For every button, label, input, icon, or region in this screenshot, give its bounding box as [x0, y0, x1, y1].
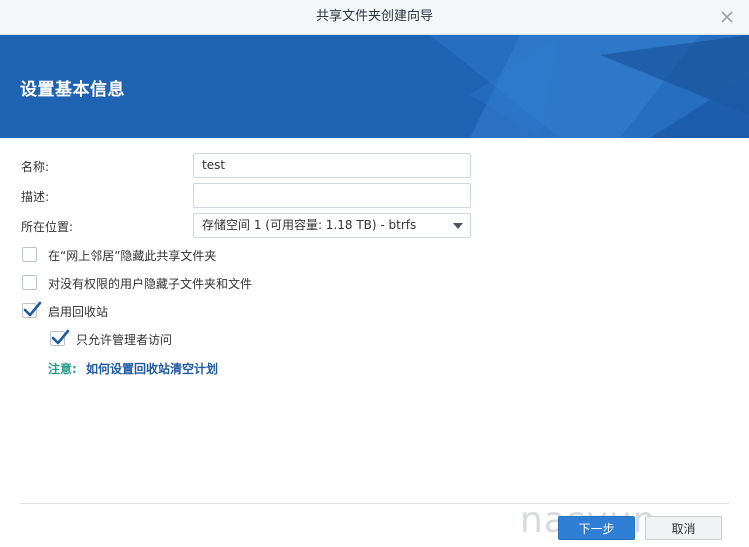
footer-divider: [20, 503, 729, 504]
checkmark-icon: [23, 301, 42, 317]
checkmark-icon: [51, 329, 70, 345]
chevron-down-icon: [453, 223, 463, 229]
title-bar: 共享文件夹创建向导: [0, 0, 749, 35]
location-select[interactable]: 存储空间 1 (可用容量: 1.18 TB) - btrfs: [193, 213, 471, 238]
cancel-button[interactable]: 取消: [645, 516, 722, 540]
admin-only-label: 只允许管理者访问: [76, 333, 173, 347]
name-input[interactable]: test: [193, 153, 471, 178]
page-heading: 设置基本信息: [20, 80, 125, 100]
note-label: 注意:: [48, 362, 77, 376]
hide-subfolders-checkbox[interactable]: [22, 275, 37, 290]
location-label: 所在位置:: [21, 220, 74, 234]
window-title: 共享文件夹创建向导: [315, 9, 433, 24]
next-button[interactable]: 下一步: [558, 516, 635, 540]
hide-network-label: 在“网上邻居”隐藏此共享文件夹: [48, 249, 217, 263]
close-icon[interactable]: [719, 9, 735, 25]
hide-network-checkbox[interactable]: [22, 247, 37, 262]
description-input[interactable]: [193, 183, 471, 208]
recycle-bin-schedule-link[interactable]: 如何设置回收站清空计划: [86, 360, 218, 377]
description-label: 描述:: [21, 190, 50, 204]
recycle-bin-label: 启用回收站: [48, 305, 109, 319]
hide-subfolders-label: 对没有权限的用户隐藏子文件夹和文件: [48, 277, 253, 291]
name-label: 名称:: [21, 160, 50, 174]
header-banner: 设置基本信息: [0, 35, 749, 138]
location-select-value: 存储空间 1 (可用容量: 1.18 TB) - btrfs: [202, 218, 417, 232]
admin-only-checkbox[interactable]: [50, 329, 70, 346]
recycle-bin-checkbox[interactable]: [22, 301, 42, 318]
